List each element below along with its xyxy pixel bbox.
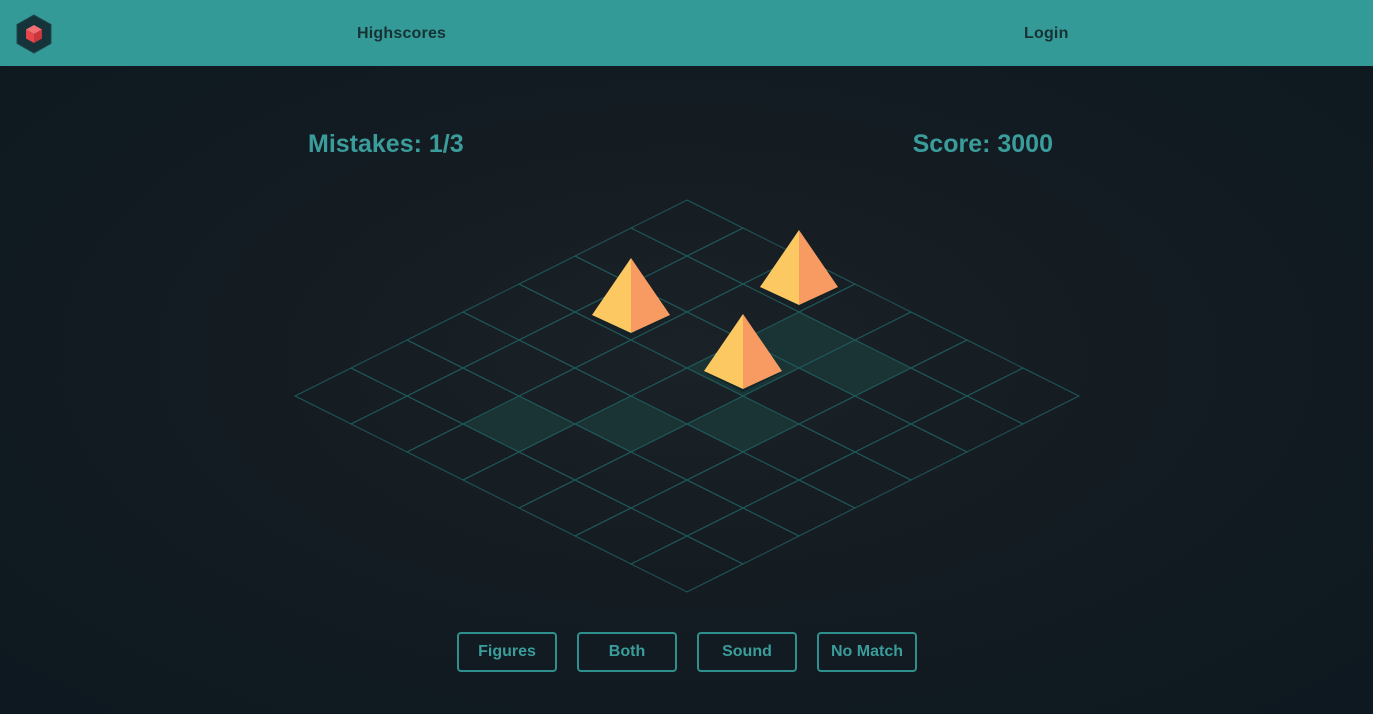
pyramid-figure [592, 258, 670, 336]
board-cell-5-5 [629, 479, 745, 537]
board-cell-0-5 [909, 339, 1025, 397]
board-cell-0-0 [629, 199, 745, 257]
board-cell-6-0 [293, 367, 409, 425]
board-cell-4-1 [461, 339, 577, 397]
board-cell-2-5 [797, 395, 913, 453]
board-cell-6-4 [517, 479, 633, 537]
board-cell-2-6 [853, 423, 969, 481]
board-cell-3-6 [797, 451, 913, 509]
board-cell-0-6 [965, 367, 1081, 425]
isometric-game-board [293, 199, 1081, 593]
board-cell-6-5 [573, 507, 689, 565]
board-cell-6-3 [461, 451, 577, 509]
board-cell-5-2 [461, 395, 577, 453]
board-cell-3-0 [461, 283, 577, 341]
board-cell-3-4 [685, 395, 801, 453]
board-cell-1-6 [909, 395, 1025, 453]
board-cell-4-0 [405, 311, 521, 369]
pyramid-figure [760, 230, 838, 308]
board-cell-5-6 [685, 507, 801, 565]
board-cell-5-0 [349, 339, 465, 397]
both-button[interactable]: Both [577, 632, 677, 672]
figures-button[interactable]: Figures [457, 632, 557, 672]
sound-button[interactable]: Sound [697, 632, 797, 672]
board-cell-3-2 [573, 339, 689, 397]
board-cell-6-6 [629, 535, 745, 593]
board-cell-5-4 [573, 451, 689, 509]
no-match-button[interactable]: No Match [817, 632, 917, 672]
board-cell-6-1 [349, 395, 465, 453]
board-cell-4-5 [685, 451, 801, 509]
board-cell-4-3 [573, 395, 689, 453]
board-cell-4-6 [741, 479, 857, 537]
